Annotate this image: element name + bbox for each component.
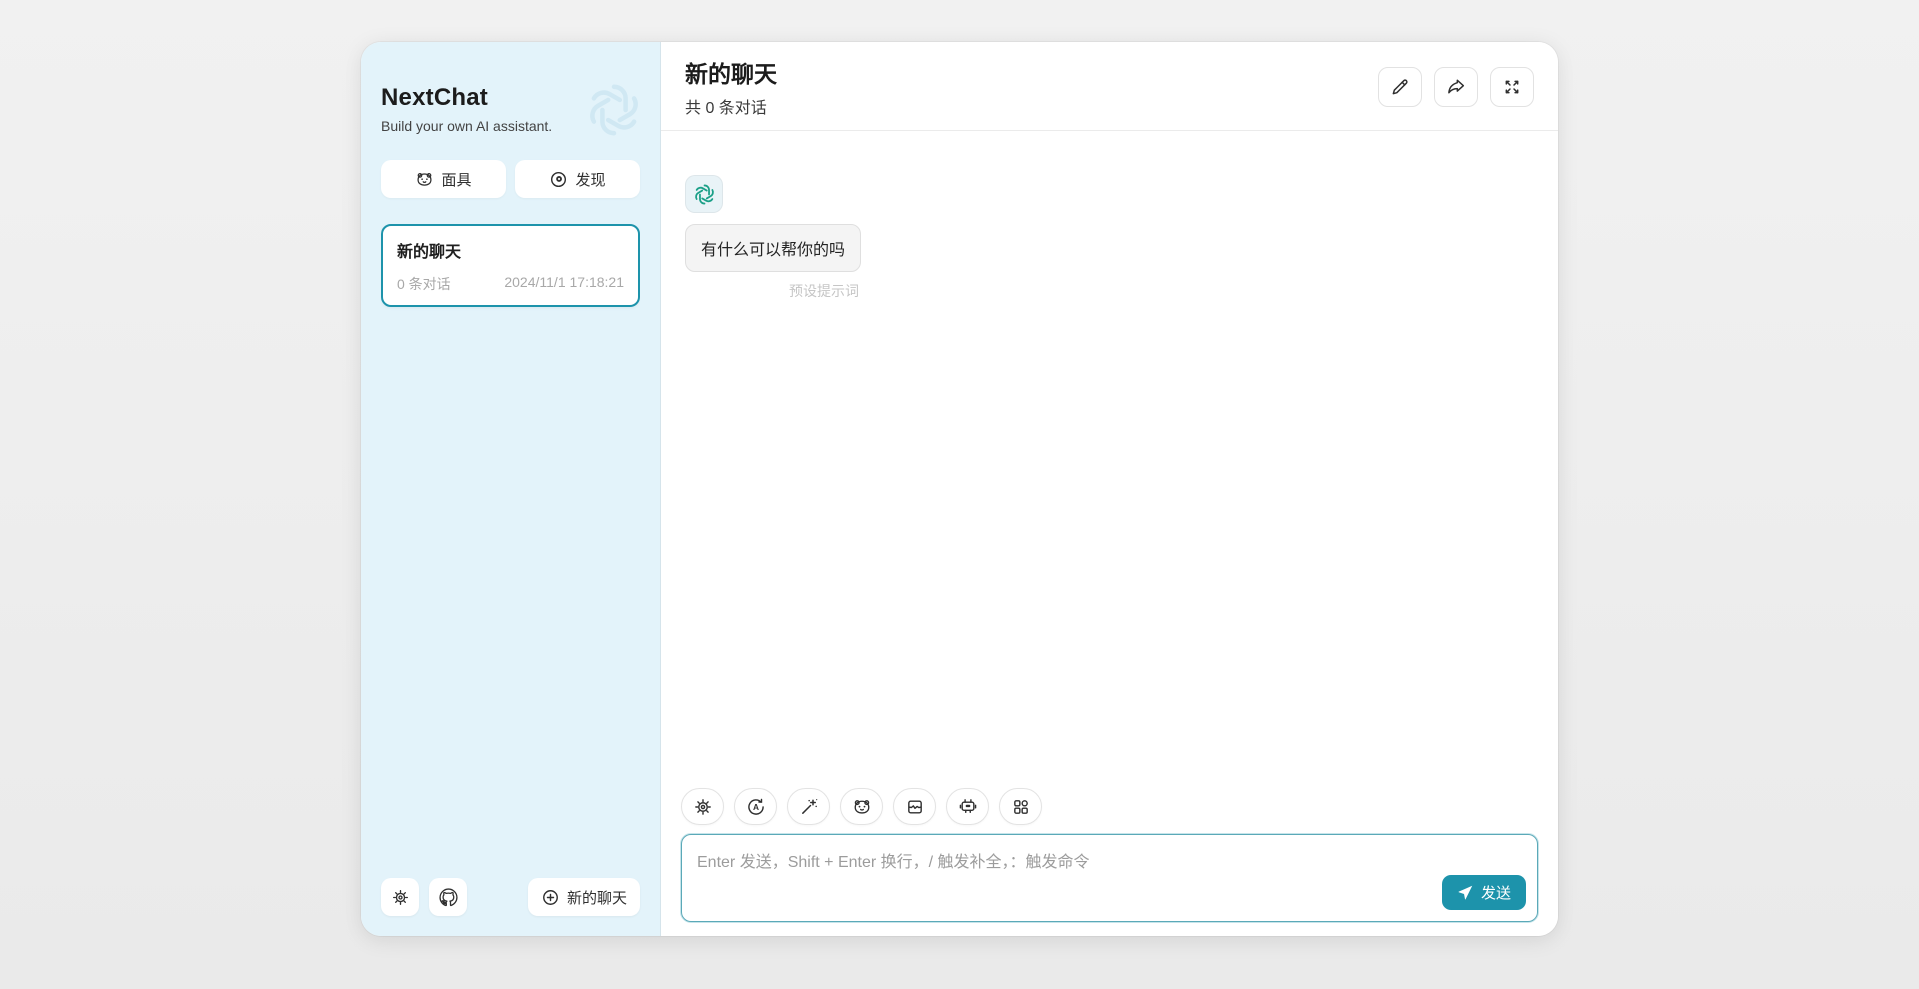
- send-button[interactable]: 发送: [1442, 875, 1526, 910]
- chat-item-time: 2024/11/1 17:18:21: [504, 274, 624, 294]
- openai-logo-icon: [692, 182, 717, 207]
- chat-title[interactable]: 新的聊天: [685, 55, 777, 89]
- chat-subtitle: 共 0 条对话: [685, 94, 777, 118]
- sidebar-actions: 面具 发现: [381, 160, 640, 198]
- nextchat-window: NextChat Build your own AI assistant. 面具…: [361, 42, 1558, 936]
- discover-button-label: 发现: [575, 169, 605, 190]
- desktop-background: NextChat Build your own AI assistant. 面具…: [0, 0, 1919, 989]
- mask-icon: [415, 170, 434, 189]
- composer-toolbar: [681, 788, 1538, 825]
- masks-toolbar-button[interactable]: [840, 788, 883, 825]
- gear-icon: [391, 888, 410, 907]
- theme-toggle-button[interactable]: [734, 788, 777, 825]
- fullscreen-button[interactable]: [1490, 67, 1534, 107]
- settings-button[interactable]: [381, 878, 419, 916]
- preset-prompt-hint: 预设提示词: [685, 281, 861, 301]
- assistant-message-group: 有什么可以帮你的吗 预设提示词: [685, 175, 1534, 301]
- auto-theme-icon: [746, 797, 766, 817]
- send-button-label: 发送: [1481, 882, 1511, 903]
- send-icon: [1457, 884, 1474, 901]
- model-select-button[interactable]: [946, 788, 989, 825]
- masks-button[interactable]: 面具: [381, 160, 506, 198]
- app-subtitle: Build your own AI assistant.: [381, 118, 640, 134]
- chat-item-meta: 0 条对话 2024/11/1 17:18:21: [397, 274, 624, 294]
- grid-icon: [1011, 797, 1031, 817]
- pencil-icon: [1390, 77, 1410, 97]
- mask-icon: [852, 797, 872, 817]
- github-icon: [439, 888, 458, 907]
- chat-list-item[interactable]: 新的聊天 0 条对话 2024/11/1 17:18:21: [381, 224, 640, 307]
- sidebar: NextChat Build your own AI assistant. 面具…: [361, 42, 661, 936]
- robot-icon: [958, 797, 978, 817]
- chat-header-info: 新的聊天 共 0 条对话: [685, 55, 777, 118]
- prompt-shortcut-button[interactable]: [787, 788, 830, 825]
- new-chat-button[interactable]: 新的聊天: [528, 878, 640, 916]
- magic-wand-icon: [799, 797, 819, 817]
- clear-context-icon: [905, 797, 925, 817]
- message-bubble-wrap: 有什么可以帮你的吗 预设提示词: [685, 224, 861, 301]
- chat-header-actions: [1378, 67, 1534, 107]
- chat-item-title: 新的聊天: [397, 238, 624, 262]
- assistant-avatar: [685, 175, 723, 213]
- rename-button[interactable]: [1378, 67, 1422, 107]
- plus-circle-icon: [541, 888, 560, 907]
- composer: 发送: [661, 782, 1558, 936]
- app-title: NextChat: [381, 84, 640, 112]
- chat-panel: 新的聊天 共 0 条对话: [661, 42, 1558, 936]
- new-chat-button-label: 新的聊天: [567, 887, 627, 908]
- maximize-icon: [1502, 77, 1522, 97]
- chat-input-box: 发送: [681, 834, 1538, 922]
- masks-button-label: 面具: [441, 169, 471, 190]
- clear-context-button[interactable]: [893, 788, 936, 825]
- discover-icon: [549, 170, 568, 189]
- github-button[interactable]: [429, 878, 467, 916]
- chat-header: 新的聊天 共 0 条对话: [661, 42, 1558, 131]
- assistant-message-text: 有什么可以帮你的吗: [685, 224, 861, 272]
- sidebar-footer: 新的聊天: [381, 864, 640, 916]
- chat-body: 有什么可以帮你的吗 预设提示词: [661, 131, 1558, 782]
- export-button[interactable]: [1434, 67, 1478, 107]
- plugins-button[interactable]: [999, 788, 1042, 825]
- chat-item-count: 0 条对话: [397, 274, 451, 294]
- chat-settings-button[interactable]: [681, 788, 724, 825]
- gear-icon: [693, 797, 713, 817]
- chat-input[interactable]: [682, 835, 1537, 921]
- sidebar-header: NextChat Build your own AI assistant.: [381, 84, 640, 134]
- discover-button[interactable]: 发现: [515, 160, 640, 198]
- share-icon: [1446, 77, 1466, 97]
- chat-list: 新的聊天 0 条对话 2024/11/1 17:18:21: [381, 224, 640, 864]
